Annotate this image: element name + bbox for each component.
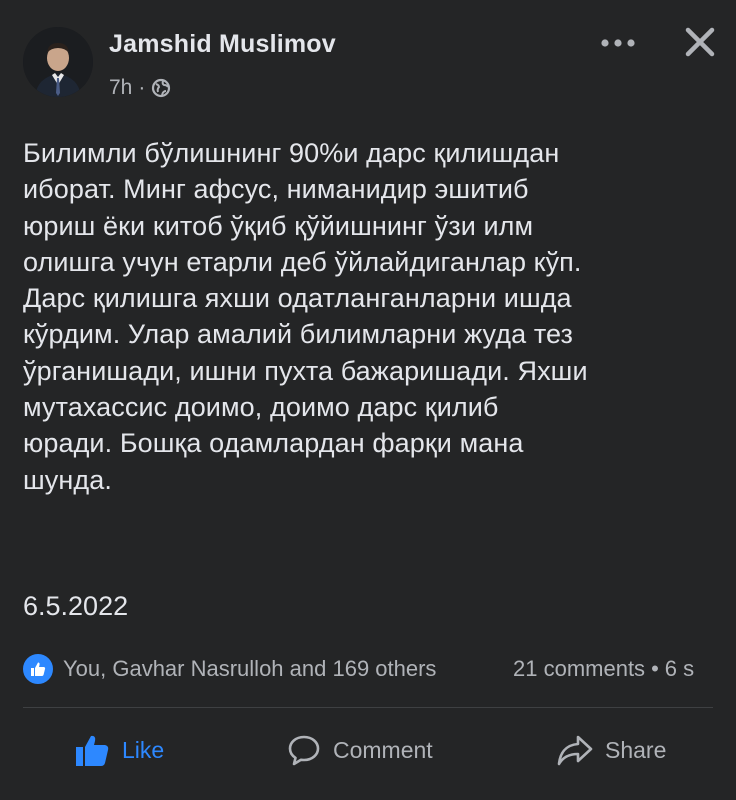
share-button[interactable]: Share [557,728,666,772]
post-date: 6.5.2022 [23,591,129,621]
share-label: Share [605,736,667,763]
reactions-text[interactable]: You, Gavhar Nasrulloh and 169 others [63,656,436,682]
post-text-line: Билимли бўлишнинг 90%и дарс қилишдан [23,138,560,168]
post-meta: 7h · [109,76,171,100]
post-text-line: олишга учун етарли деб ўйлайдиганлар кўп… [23,246,582,277]
like-label: Like [122,736,165,763]
like-reaction-icon [21,652,55,686]
actions-divider [23,707,713,708]
comment-button[interactable]: Comment [287,728,433,772]
author-name[interactable]: Jamshid Muslimov [109,30,336,59]
comment-icon [288,735,320,766]
post-text-line: кўрдим. Улар амалий билимларни жуда тез [23,319,573,350]
avatar[interactable] [23,27,93,97]
like-button[interactable]: Like [74,728,164,772]
share-icon [557,735,593,766]
post-text-line: шунда. [23,464,112,495]
post-stats: 21 comments • 6 s [513,653,694,685]
post-text-line: мутахассис доимо, доимо дарс қилиб [23,392,499,423]
thumbs-up-icon [76,735,109,766]
comments-count[interactable]: 21 comments [513,656,645,682]
post-text-line: ўрганишади, ишни пухта бажаришади. Яхши [23,355,588,386]
post-text-line: юради. Бошқа одамлардан фарқи мана [23,428,524,459]
meta-separator: · [138,76,146,99]
post-time[interactable]: 7h [109,76,132,100]
post-text: Билимли бўлишнинг 90%и дарс қилишдан ибо… [23,135,723,498]
stats-separator: • [651,656,659,681]
more-options-icon[interactable] [600,28,636,58]
close-icon[interactable] [683,25,717,59]
post-text-line: Дарс қилишга яхши одатланганларни ишда [23,283,572,314]
post-text-line: иборат. Минг афсус, ниманидир эшитиб [23,174,529,205]
shares-count[interactable]: 6 s [665,656,694,682]
post-card: Jamshid Muslimov 7h · Билимли бўлишнинг … [0,0,736,800]
avatar-image [23,27,93,97]
reactions-summary[interactable]: You, Gavhar Nasrulloh and 169 others [21,652,436,686]
globe-icon[interactable] [151,78,171,98]
post-text-line: юриш ёки китоб ўқиб қўйишнинг ўзи илм [23,210,534,241]
comment-label: Comment [333,736,433,763]
